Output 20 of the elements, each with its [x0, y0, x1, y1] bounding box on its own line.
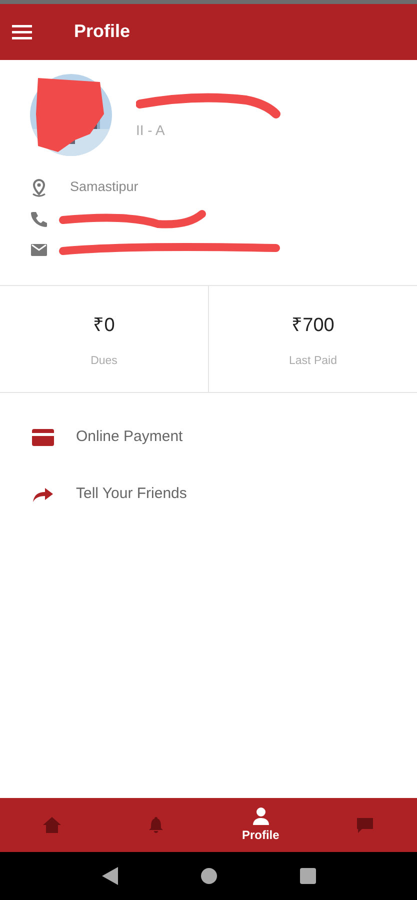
app-bar-title: Profile [74, 21, 130, 43]
credit-card-icon [32, 428, 54, 446]
stat-label: Dues [90, 354, 118, 368]
stat-value: ₹700 [290, 314, 336, 338]
recents-icon[interactable] [300, 868, 316, 884]
home-button-icon[interactable] [200, 868, 216, 884]
menu-item[interactable]: Online Payment [0, 408, 417, 466]
home-icon [42, 815, 62, 835]
share-arrow-icon [32, 486, 54, 503]
stat-label: Last Paid [288, 354, 338, 368]
menu-icon[interactable] [12, 24, 32, 40]
phone-icon [30, 210, 48, 228]
menu-item[interactable]: Tell Your Friends [0, 466, 417, 523]
person-icon [250, 806, 271, 826]
stat-value: ₹0 [92, 314, 116, 338]
chat-bubble-icon [354, 815, 375, 835]
detail-text: Samastipur [70, 178, 138, 196]
back-icon[interactable] [102, 867, 118, 885]
location-pin-icon [30, 178, 48, 196]
class-section-text: II - A [136, 120, 166, 140]
